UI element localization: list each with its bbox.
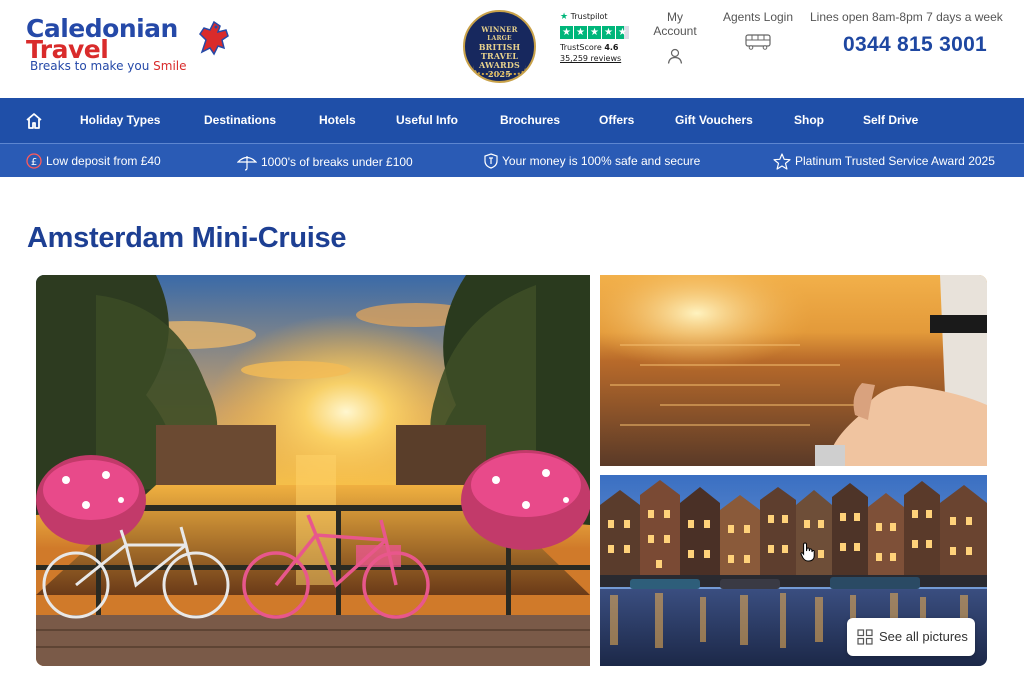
nav-useful-info[interactable]: Useful Info bbox=[396, 113, 458, 128]
site-header: Caledonian Travel Breaks to make you Smi… bbox=[0, 0, 1024, 98]
usp-bar: £ Low deposit from £40 1000's of breaks … bbox=[0, 143, 1024, 177]
agents-login-link[interactable]: Agents Login bbox=[722, 10, 794, 50]
half-star-icon: ★ bbox=[616, 26, 629, 39]
trustpilot-stars: ★ ★ ★ ★ ★ bbox=[560, 26, 632, 39]
main-nav: Holiday Types Destinations Hotels Useful… bbox=[0, 98, 1024, 143]
pound-icon: £ bbox=[26, 153, 42, 169]
nav-shop[interactable]: Shop bbox=[794, 113, 824, 128]
nav-gift-vouchers[interactable]: Gift Vouchers bbox=[675, 113, 753, 128]
user-icon bbox=[667, 48, 683, 64]
nav-self-drive[interactable]: Self Drive bbox=[863, 113, 918, 128]
lion-rampant-icon bbox=[199, 20, 229, 56]
page-title: Amsterdam Mini-Cruise bbox=[27, 222, 347, 254]
home-icon[interactable] bbox=[24, 111, 44, 131]
usp-breaks-under-100: 1000's of breaks under £100 bbox=[237, 153, 413, 171]
usp-platinum-award: Platinum Trusted Service Award 2025 bbox=[773, 153, 995, 170]
star-icon: ★ bbox=[574, 26, 587, 39]
caledonian-travel-logo[interactable]: Caledonian Travel Breaks to make you Smi… bbox=[26, 16, 236, 76]
award-line: WINNER bbox=[481, 25, 518, 34]
star-icon: ★ bbox=[560, 26, 573, 39]
nav-brochures[interactable]: Brochures bbox=[500, 113, 560, 128]
trustpilot-star-icon: ★ bbox=[560, 12, 569, 22]
my-account-link[interactable]: My Account bbox=[644, 10, 706, 64]
trustpilot-reviews-link[interactable]: 35,259 reviews bbox=[560, 54, 632, 64]
trustscore-value: 4.6 bbox=[604, 43, 619, 52]
hand-cursor-icon bbox=[800, 542, 815, 562]
tagline-prefix: Breaks to make you bbox=[30, 59, 154, 73]
usp-text: 1000's of breaks under £100 bbox=[261, 154, 413, 169]
grid-icon bbox=[857, 629, 873, 645]
opening-hours: Lines open 8am-8pm 7 days a week bbox=[810, 10, 1003, 24]
shield-icon bbox=[484, 153, 498, 169]
nav-offers[interactable]: Offers bbox=[599, 113, 634, 128]
trustscore-label: TrustScore bbox=[560, 43, 602, 52]
coach-icon bbox=[745, 34, 771, 50]
usp-low-deposit: £ Low deposit from £40 bbox=[26, 153, 161, 169]
umbrella-icon bbox=[237, 156, 257, 171]
sea-sunset-photo bbox=[600, 275, 987, 466]
see-all-pictures-label: See all pictures bbox=[879, 629, 968, 644]
usp-text: Your money is 100% safe and secure bbox=[502, 153, 701, 168]
svg-text:£: £ bbox=[31, 157, 37, 168]
canal-sunset-photo bbox=[36, 275, 590, 666]
phone-number[interactable]: 0344 815 3001 bbox=[843, 32, 987, 58]
nav-hotels[interactable]: Hotels bbox=[319, 113, 356, 128]
see-all-pictures-button[interactable]: See all pictures bbox=[847, 618, 975, 656]
usp-text: Low deposit from £40 bbox=[46, 153, 161, 168]
agents-login-label: Agents Login bbox=[722, 10, 794, 24]
trustscore: TrustScore 4.6 bbox=[560, 43, 632, 53]
gallery-image-sea-sunset[interactable] bbox=[600, 275, 987, 466]
star-icon: ★ bbox=[602, 26, 615, 39]
my-account-label: My Account bbox=[653, 10, 697, 38]
nav-holiday-types[interactable]: Holiday Types bbox=[80, 113, 160, 128]
tagline-highlight: Smile bbox=[153, 59, 187, 73]
logo-tagline: Breaks to make you Smile bbox=[30, 59, 187, 73]
usp-text: Platinum Trusted Service Award 2025 bbox=[795, 154, 995, 168]
british-travel-awards-badge: WINNER LARGE BRITISH TRAVEL AWARDS 2025 bbox=[463, 10, 536, 83]
trustpilot-widget[interactable]: ★ Trustpilot ★ ★ ★ ★ ★ TrustScore 4.6 35… bbox=[560, 12, 632, 64]
laurel-icon bbox=[473, 65, 526, 75]
star-icon bbox=[773, 153, 791, 170]
trustpilot-brand: ★ Trustpilot bbox=[560, 12, 632, 22]
nav-destinations[interactable]: Destinations bbox=[204, 113, 276, 128]
trustpilot-brand-label: Trustpilot bbox=[570, 12, 608, 21]
gallery-main-image[interactable] bbox=[36, 275, 590, 666]
star-icon: ★ bbox=[588, 26, 601, 39]
usp-money-safe: Your money is 100% safe and secure bbox=[484, 153, 700, 169]
